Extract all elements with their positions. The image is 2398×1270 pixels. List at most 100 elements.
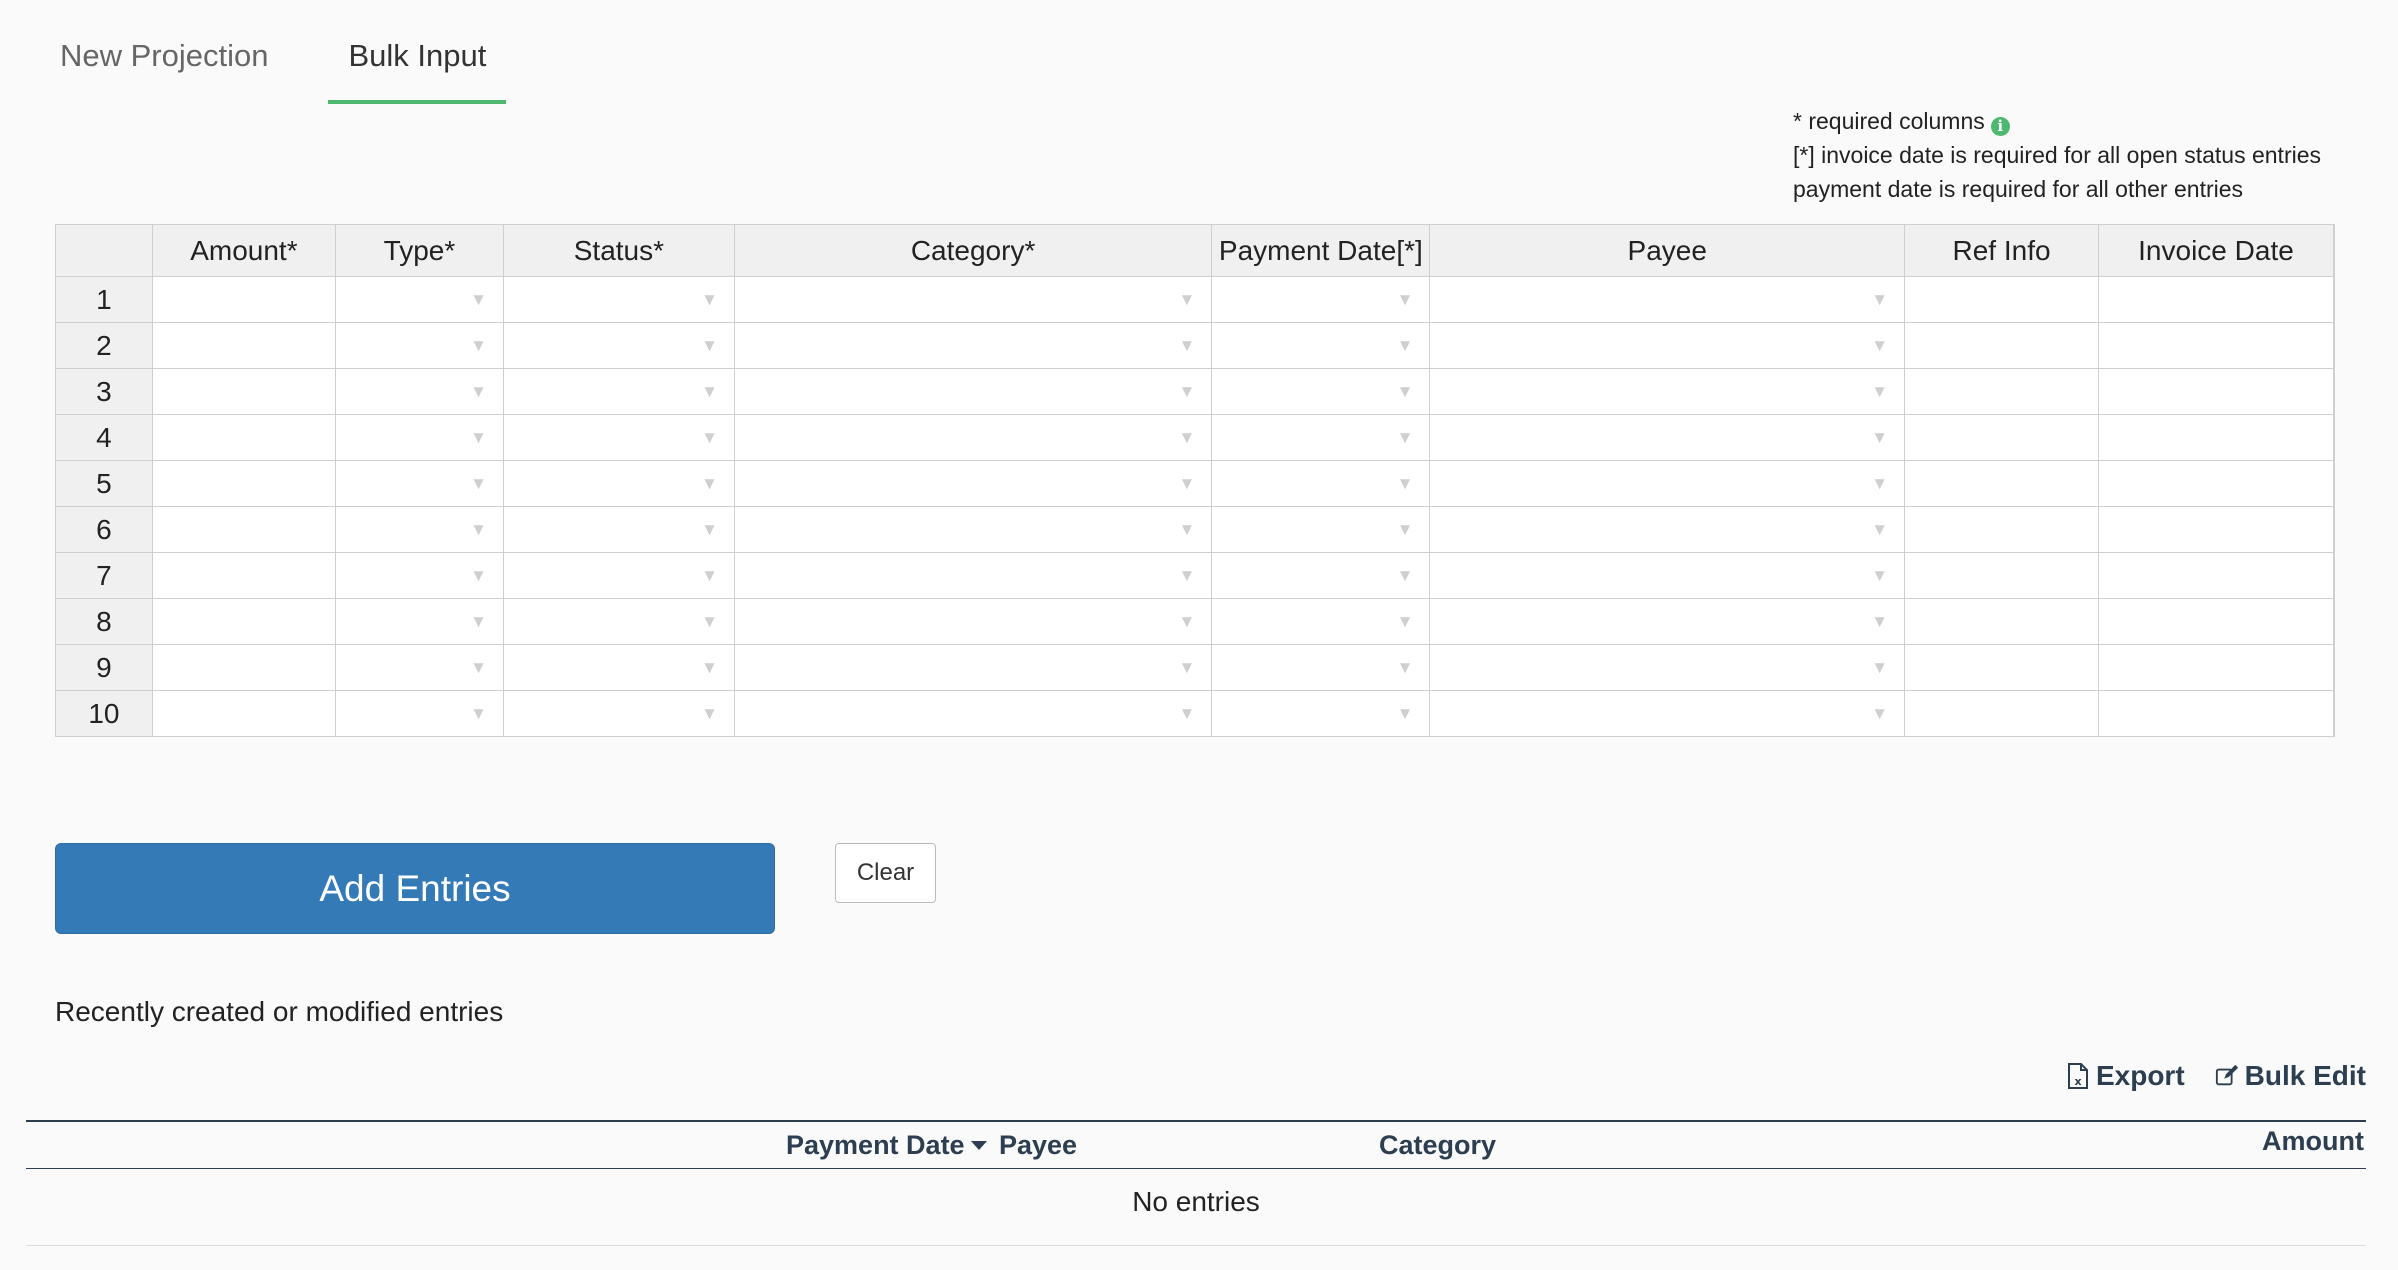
tab-new-projection[interactable]: New Projection bbox=[40, 28, 288, 92]
column-header[interactable]: Payee bbox=[1429, 224, 1906, 277]
grid-cell[interactable] bbox=[151, 598, 337, 645]
chevron-down-icon[interactable]: ▼ bbox=[1871, 612, 1888, 632]
grid-cell[interactable]: ▼ bbox=[335, 552, 504, 599]
grid-cell[interactable]: ▼ bbox=[733, 276, 1213, 323]
grid-cell[interactable] bbox=[2097, 322, 2335, 369]
grid-cell[interactable]: ▼ bbox=[733, 598, 1213, 645]
chevron-down-icon[interactable]: ▼ bbox=[1871, 290, 1888, 310]
chevron-down-icon[interactable]: ▼ bbox=[1397, 336, 1414, 356]
grid-cell[interactable]: ▼ bbox=[502, 276, 735, 323]
grid-cell[interactable]: ▼ bbox=[733, 552, 1213, 599]
column-header-amount[interactable]: Amount bbox=[2262, 1126, 2364, 1157]
grid-cell[interactable]: ▼ bbox=[335, 506, 504, 553]
grid-cell[interactable]: ▼ bbox=[335, 644, 504, 691]
chevron-down-icon[interactable]: ▼ bbox=[1871, 382, 1888, 402]
grid-cell[interactable]: ▼ bbox=[502, 460, 735, 507]
grid-cell[interactable]: ▼ bbox=[1211, 598, 1431, 645]
grid-cell[interactable]: ▼ bbox=[335, 598, 504, 645]
chevron-down-icon[interactable]: ▼ bbox=[1871, 520, 1888, 540]
grid-cell[interactable] bbox=[151, 368, 337, 415]
grid-cell[interactable]: ▼ bbox=[502, 506, 735, 553]
column-header-payment-date[interactable]: Payment Date bbox=[786, 1130, 987, 1161]
grid-cell[interactable] bbox=[151, 276, 337, 323]
chevron-down-icon[interactable]: ▼ bbox=[701, 520, 718, 540]
chevron-down-icon[interactable]: ▼ bbox=[1871, 658, 1888, 678]
grid-cell[interactable]: ▼ bbox=[335, 414, 504, 461]
chevron-down-icon[interactable]: ▼ bbox=[470, 290, 487, 310]
grid-cell[interactable]: ▼ bbox=[733, 690, 1213, 737]
chevron-down-icon[interactable]: ▼ bbox=[1397, 704, 1414, 724]
chevron-down-icon[interactable]: ▼ bbox=[1178, 474, 1195, 494]
grid-cell[interactable] bbox=[2333, 644, 2335, 691]
chevron-down-icon[interactable]: ▼ bbox=[701, 428, 718, 448]
grid-cell[interactable] bbox=[2333, 460, 2335, 507]
grid-cell[interactable]: ▼ bbox=[1211, 368, 1431, 415]
chevron-down-icon[interactable]: ▼ bbox=[1397, 428, 1414, 448]
chevron-down-icon[interactable]: ▼ bbox=[1178, 658, 1195, 678]
grid-cell[interactable] bbox=[1904, 690, 2099, 737]
grid-cell[interactable] bbox=[2333, 690, 2335, 737]
chevron-down-icon[interactable]: ▼ bbox=[701, 474, 718, 494]
chevron-down-icon[interactable]: ▼ bbox=[1178, 428, 1195, 448]
grid-cell[interactable]: ▼ bbox=[1211, 414, 1431, 461]
chevron-down-icon[interactable]: ▼ bbox=[470, 336, 487, 356]
grid-cell[interactable] bbox=[2097, 506, 2335, 553]
add-entries-button[interactable]: Add Entries bbox=[55, 843, 775, 934]
grid-cell[interactable]: ▼ bbox=[1211, 552, 1431, 599]
grid-cell[interactable]: ▼ bbox=[502, 414, 735, 461]
bulk-edit-button[interactable]: Bulk Edit bbox=[2215, 1060, 2366, 1092]
grid-cell[interactable]: ▼ bbox=[502, 644, 735, 691]
grid-cell[interactable]: ▼ bbox=[335, 460, 504, 507]
column-header[interactable]: Amount* bbox=[151, 224, 337, 277]
grid-cell[interactable] bbox=[151, 552, 337, 599]
grid-cell[interactable]: ▼ bbox=[502, 368, 735, 415]
grid-cell[interactable]: ▼ bbox=[1429, 552, 1906, 599]
info-icon[interactable]: i bbox=[1990, 117, 2010, 136]
grid-cell[interactable] bbox=[2097, 414, 2335, 461]
chevron-down-icon[interactable]: ▼ bbox=[1397, 382, 1414, 402]
chevron-down-icon[interactable]: ▼ bbox=[701, 336, 718, 356]
clear-button[interactable]: Clear bbox=[835, 843, 936, 903]
column-header[interactable]: Category* bbox=[733, 224, 1213, 277]
chevron-down-icon[interactable]: ▼ bbox=[1178, 612, 1195, 632]
grid-cell[interactable] bbox=[2333, 368, 2335, 415]
chevron-down-icon[interactable]: ▼ bbox=[470, 612, 487, 632]
column-header[interactable]: Ref Info bbox=[1904, 224, 2099, 277]
chevron-down-icon[interactable]: ▼ bbox=[701, 658, 718, 678]
grid-cell[interactable]: ▼ bbox=[502, 322, 735, 369]
grid-cell[interactable]: ▼ bbox=[502, 690, 735, 737]
grid-cell[interactable]: ▼ bbox=[1429, 368, 1906, 415]
grid-cell[interactable]: ▼ bbox=[1211, 644, 1431, 691]
grid-cell[interactable]: ▼ bbox=[1429, 690, 1906, 737]
grid-cell[interactable] bbox=[2333, 276, 2335, 323]
chevron-down-icon[interactable]: ▼ bbox=[701, 290, 718, 310]
grid-cell[interactable]: ▼ bbox=[733, 460, 1213, 507]
column-header-category[interactable]: Category bbox=[1379, 1130, 1496, 1161]
grid-cell[interactable]: ▼ bbox=[335, 276, 504, 323]
chevron-down-icon[interactable]: ▼ bbox=[1178, 704, 1195, 724]
chevron-down-icon[interactable]: ▼ bbox=[1397, 658, 1414, 678]
grid-cell[interactable] bbox=[1904, 552, 2099, 599]
grid-cell[interactable] bbox=[151, 690, 337, 737]
export-button[interactable]: x Export bbox=[2066, 1060, 2185, 1092]
chevron-down-icon[interactable]: ▼ bbox=[1178, 566, 1195, 586]
grid-cell[interactable] bbox=[2097, 460, 2335, 507]
chevron-down-icon[interactable]: ▼ bbox=[470, 428, 487, 448]
chevron-down-icon[interactable]: ▼ bbox=[1397, 520, 1414, 540]
grid-cell[interactable]: ▼ bbox=[1211, 460, 1431, 507]
chevron-down-icon[interactable]: ▼ bbox=[1397, 612, 1414, 632]
grid-cell[interactable]: ▼ bbox=[733, 368, 1213, 415]
grid-cell[interactable] bbox=[2097, 598, 2335, 645]
grid-cell[interactable] bbox=[2333, 414, 2335, 461]
grid-cell[interactable] bbox=[1904, 460, 2099, 507]
grid-cell[interactable]: ▼ bbox=[1211, 276, 1431, 323]
grid-cell[interactable]: ▼ bbox=[335, 690, 504, 737]
chevron-down-icon[interactable]: ▼ bbox=[1871, 704, 1888, 724]
column-header-payee[interactable]: Payee bbox=[999, 1130, 1077, 1161]
grid-cell[interactable]: ▼ bbox=[1429, 414, 1906, 461]
grid-cell[interactable]: ▼ bbox=[335, 368, 504, 415]
grid-cell[interactable]: ▼ bbox=[733, 414, 1213, 461]
grid-cell[interactable] bbox=[1904, 506, 2099, 553]
chevron-down-icon[interactable]: ▼ bbox=[1397, 290, 1414, 310]
grid-cell[interactable]: ▼ bbox=[733, 322, 1213, 369]
